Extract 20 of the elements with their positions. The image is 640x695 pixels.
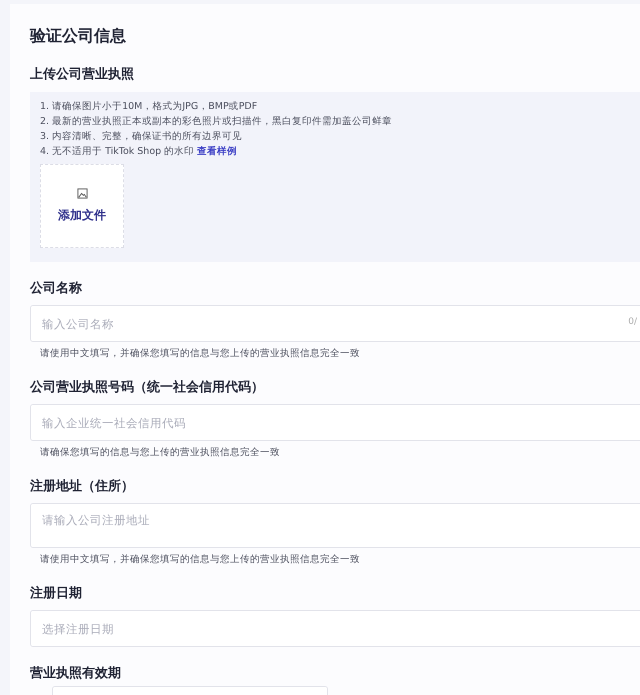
field-label: 营业执照有效期 [30,665,122,682]
field-label: 注册地址（住所） [30,478,135,495]
field-label: 公司名称 [30,280,83,297]
add-file-button[interactable]: 添加文件 [40,164,124,248]
field-hint: 请使用中文填写，并确保您填写的信息与您上传的营业执照信息完全一致 [40,347,361,361]
address-field[interactable]: 请输入公司注册地址 [30,503,640,548]
requirement-text: 2. 最新的营业执照正本或副本的彩色照片或扫描件，黑白复印件需加盖公司鲜章 [40,115,392,129]
field-label: 公司营业执照号码（统一社会信用代码） [30,379,265,396]
character-counter: 0/ [628,317,637,327]
section-label: 上传公司营业执照 [30,66,135,83]
requirement-text: 3. 内容清晰、完整，确保证书的所有边界可见 [40,130,242,144]
page-title: 验证公司信息 [30,26,127,46]
field-hint: 请使用中文填写，并确保您填写的信息与您上传的营业执照信息完全一致 [40,553,361,567]
input-field[interactable]: 选择注册日期 [30,610,640,647]
field-label: 注册日期 [30,585,83,602]
input-field[interactable]: 输入企业统一社会信用代码 [30,404,640,441]
field-hint: 请确保您填写的信息与您上传的营业执照信息完全一致 [40,446,281,460]
requirement-text: 1. 请确保图片小于10M，格式为JPG，BMP或PDF [40,100,258,114]
view-example-link[interactable]: 查看样例 [197,146,238,157]
requirement-text: 4. 无不适用于 TikTok Shop 的水印 查看样例 [40,144,238,159]
